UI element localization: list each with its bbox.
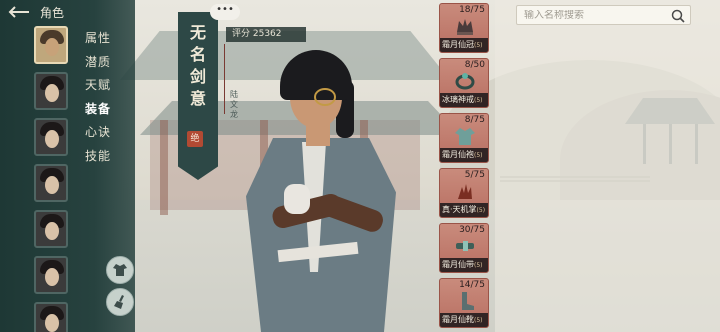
equipment-name-text: 霜月仙靴	[442, 315, 474, 324]
banner-title-char: 剑	[189, 67, 206, 86]
equipment-count: 5/75	[464, 170, 485, 180]
equipment-grade: (5)	[474, 317, 483, 324]
menu-item[interactable]: 属性	[85, 27, 111, 51]
search-input[interactable]	[524, 9, 664, 21]
rank-seal: 绝	[187, 131, 203, 147]
portrait-list	[34, 26, 72, 332]
portrait-hero-2[interactable]	[34, 72, 68, 110]
portrait-face	[45, 38, 59, 56]
top-bar: 角色	[0, 0, 135, 24]
equipment-name: 霜月仙靴(5)	[440, 313, 488, 327]
equipment-list: 18/75 霜月仙冠(5) 8/50 冰璃神戒(5) 8/75 霜月仙袍(5) 5/75 真·…	[439, 3, 489, 332]
portrait-hero-1[interactable]	[34, 26, 68, 64]
equipment-slot[interactable]: 8/75 霜月仙袍(5)	[439, 113, 489, 163]
portrait-face	[45, 222, 59, 240]
equipment-name: 霜月仙袍(5)	[440, 148, 488, 162]
ring-icon	[454, 71, 476, 91]
equipment-name-text: 霜月仙冠	[442, 40, 474, 49]
character-figure	[218, 50, 418, 332]
chat-bubble-button[interactable]: •••	[210, 4, 240, 20]
menu-item[interactable]: 心诀	[85, 121, 111, 145]
portrait-face	[45, 176, 59, 194]
equipment-name: 霜月仙冠(5)	[440, 38, 488, 52]
robe-icon	[113, 264, 127, 276]
portrait-hero-7[interactable]	[34, 302, 68, 332]
banner-title-char: 名	[189, 45, 206, 64]
equipment-name-text: 霜月仙带	[442, 260, 474, 269]
equipment-count: 14/75	[459, 280, 485, 290]
broom-icon	[114, 295, 124, 309]
search-icon[interactable]	[671, 9, 685, 23]
banner-title-char: 无	[189, 23, 206, 42]
portrait-hero-4[interactable]	[34, 164, 68, 202]
menu-item[interactable]: 技能	[85, 145, 111, 169]
equipment-slot[interactable]: 30/75 霜月仙带(5)	[439, 223, 489, 273]
character-mask	[314, 88, 336, 106]
portrait-hero-6[interactable]	[34, 256, 68, 294]
banner-title: 无 名 剑 意	[183, 22, 213, 110]
equipment-name: 霜月仙带(5)	[440, 258, 488, 272]
equipment-slot[interactable]: 5/75 真·天机掌(5)	[439, 168, 489, 218]
equipment-name-text: 真·天机掌	[442, 205, 477, 214]
equipment-count: 8/75	[464, 115, 485, 125]
equipment-grade: (5)	[474, 262, 483, 269]
equipment-count: 18/75	[459, 5, 485, 15]
portrait-face	[45, 84, 59, 102]
equipment-slot[interactable]: 14/75 霜月仙靴(5)	[439, 278, 489, 328]
robe-icon	[454, 126, 476, 146]
sidebar: 角色 属性 潜质 天赋 装备 心诀 技能	[0, 0, 135, 332]
portrait-face	[45, 268, 59, 286]
portrait-hero-3[interactable]	[34, 118, 68, 156]
equipment-slot[interactable]: 18/75 霜月仙冠(5)	[439, 3, 489, 53]
portrait-face	[45, 314, 59, 332]
score-display: 评分 25362	[226, 27, 306, 42]
equipment-grade: (5)	[476, 207, 486, 214]
crown-icon	[454, 16, 476, 36]
equipment-count: 8/50	[464, 60, 485, 70]
menu-item[interactable]: 天赋	[85, 74, 111, 98]
menu-item[interactable]: 潜质	[85, 51, 111, 75]
character-hands	[284, 184, 310, 214]
outfit-button[interactable]	[106, 256, 134, 284]
menu-item[interactable]: 装备	[85, 98, 111, 122]
equipment-name-text: 冰璃神戒	[442, 95, 474, 104]
banner-title-char: 意	[189, 89, 206, 108]
search-bar	[516, 5, 691, 25]
equipment-slot[interactable]: 8/50 冰璃神戒(5)	[439, 58, 489, 108]
boots-icon	[454, 291, 476, 311]
equipment-grade: (5)	[474, 42, 483, 49]
right-panel	[495, 0, 720, 332]
temple-pillar	[160, 120, 168, 215]
equipment-name: 冰璃神戒(5)	[440, 93, 488, 107]
belt-icon	[454, 236, 476, 256]
side-menu: 属性 潜质 天赋 装备 心诀 技能	[85, 27, 111, 168]
clean-button[interactable]	[106, 288, 134, 316]
equipment-name: 真·天机掌(5)	[440, 203, 488, 217]
equipment-grade: (5)	[474, 152, 483, 159]
equipment-grade: (5)	[474, 97, 483, 104]
equipment-count: 30/75	[459, 225, 485, 235]
portrait-face	[45, 130, 59, 148]
page-title: 角色	[40, 5, 65, 20]
portrait-hero-5[interactable]	[34, 210, 68, 248]
back-arrow-icon[interactable]	[6, 2, 32, 22]
equipment-name-text: 霜月仙袍	[442, 150, 474, 159]
claw-icon	[454, 181, 476, 201]
